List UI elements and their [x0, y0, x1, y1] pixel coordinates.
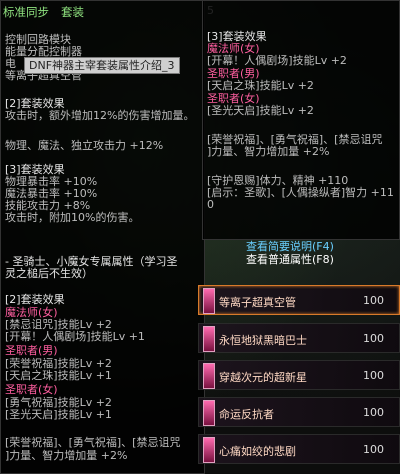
- set-item-name: 等离子超真空管: [219, 296, 296, 309]
- item-icon: [203, 400, 215, 426]
- set-item-value: 100: [363, 294, 384, 307]
- set-item-value: 100: [363, 332, 384, 345]
- set-effect-line: 攻击时，额外增加12%的伤害增加量。: [5, 109, 195, 122]
- skill-bonus-line: [天启之珠]技能Lv +2: [207, 79, 314, 92]
- brief-description-link[interactable]: 查看简要说明(F4): [246, 240, 396, 253]
- set-effect-panel-right: [3]套装效果 魔法师(女) [开幕！人偶剧场]技能Lv +2 圣职者(男) […: [202, 0, 400, 240]
- item-icon: [203, 288, 215, 314]
- skill-bonus-line: [圣光天启]技能Lv +2: [207, 104, 314, 117]
- set-effect-line: 物理、魔法、独立攻击力 +12%: [5, 139, 164, 152]
- set-item-value: 100: [363, 369, 384, 382]
- stat-bonus-line: [荣誉祝福]、[勇气祝福]、[禁忌诅咒: [5, 436, 181, 449]
- tab-set[interactable]: 套装: [61, 4, 84, 20]
- set-item-name: 心痛如绞的悲剧: [219, 445, 296, 458]
- set-item-row[interactable]: 穿越次元的超新星 100: [198, 360, 400, 390]
- set-item-value: 100: [363, 443, 384, 456]
- item-icon: [203, 437, 215, 463]
- class-label: 圣职者(男): [5, 344, 58, 357]
- skill-bonus-line: [开幕！人偶剧场]技能Lv +2: [207, 54, 347, 67]
- set-effect-2-title: [2]套装效果: [5, 293, 65, 306]
- skill-bonus-line: [开幕！人偶剧场]技能Lv +1: [5, 330, 145, 343]
- tab-bar: 标准同步 套装: [3, 4, 84, 20]
- set-item-row[interactable]: 永恒地狱黑暗巴士 100: [198, 323, 400, 353]
- set-item-value: 100: [363, 406, 384, 419]
- stat-bonus-line: ]力量、智力增加量 +2%: [5, 449, 128, 462]
- class-note-line: 灵之槌后不生效）: [5, 267, 93, 280]
- class-label: 圣职者(女): [5, 383, 58, 396]
- skill-bonus-line: [天启之珠]技能Lv +1: [5, 369, 112, 382]
- set-item-name: 穿越次元的超新星: [219, 371, 307, 384]
- skill-bonus-line: [圣光天启]技能Lv +1: [5, 408, 112, 421]
- stat-bonus-line: 0: [207, 198, 214, 211]
- stat-bonus-line: [启示：圣歌]、[人偶操纵者]智力 +11: [207, 186, 394, 199]
- help-links: 查看简要说明(F4) 查看普通属性(F8): [246, 240, 396, 266]
- set-effect-line: 攻击时，附加10%的伤害。: [5, 211, 140, 224]
- set-item-row[interactable]: 心痛如绞的悲剧 100: [198, 434, 400, 464]
- item-icon: [203, 326, 215, 352]
- set-item-row[interactable]: 等离子超真空管 100: [198, 285, 400, 315]
- stat-bonus-line: ]力量、智力增加量 +2%: [207, 145, 330, 158]
- tooltip-title: DNF神器主宰套装属性介绍_3: [24, 57, 180, 74]
- set-item-name: 永恒地狱黑暗巴士: [219, 334, 307, 347]
- tab-standard-sync[interactable]: 标准同步: [3, 4, 49, 20]
- set-item-name: 命运反抗者: [219, 408, 274, 421]
- set-item-row[interactable]: 命运反抗者 100: [198, 397, 400, 427]
- normal-attributes-link[interactable]: 查看普通属性(F8): [246, 253, 396, 266]
- item-icon: [203, 363, 215, 389]
